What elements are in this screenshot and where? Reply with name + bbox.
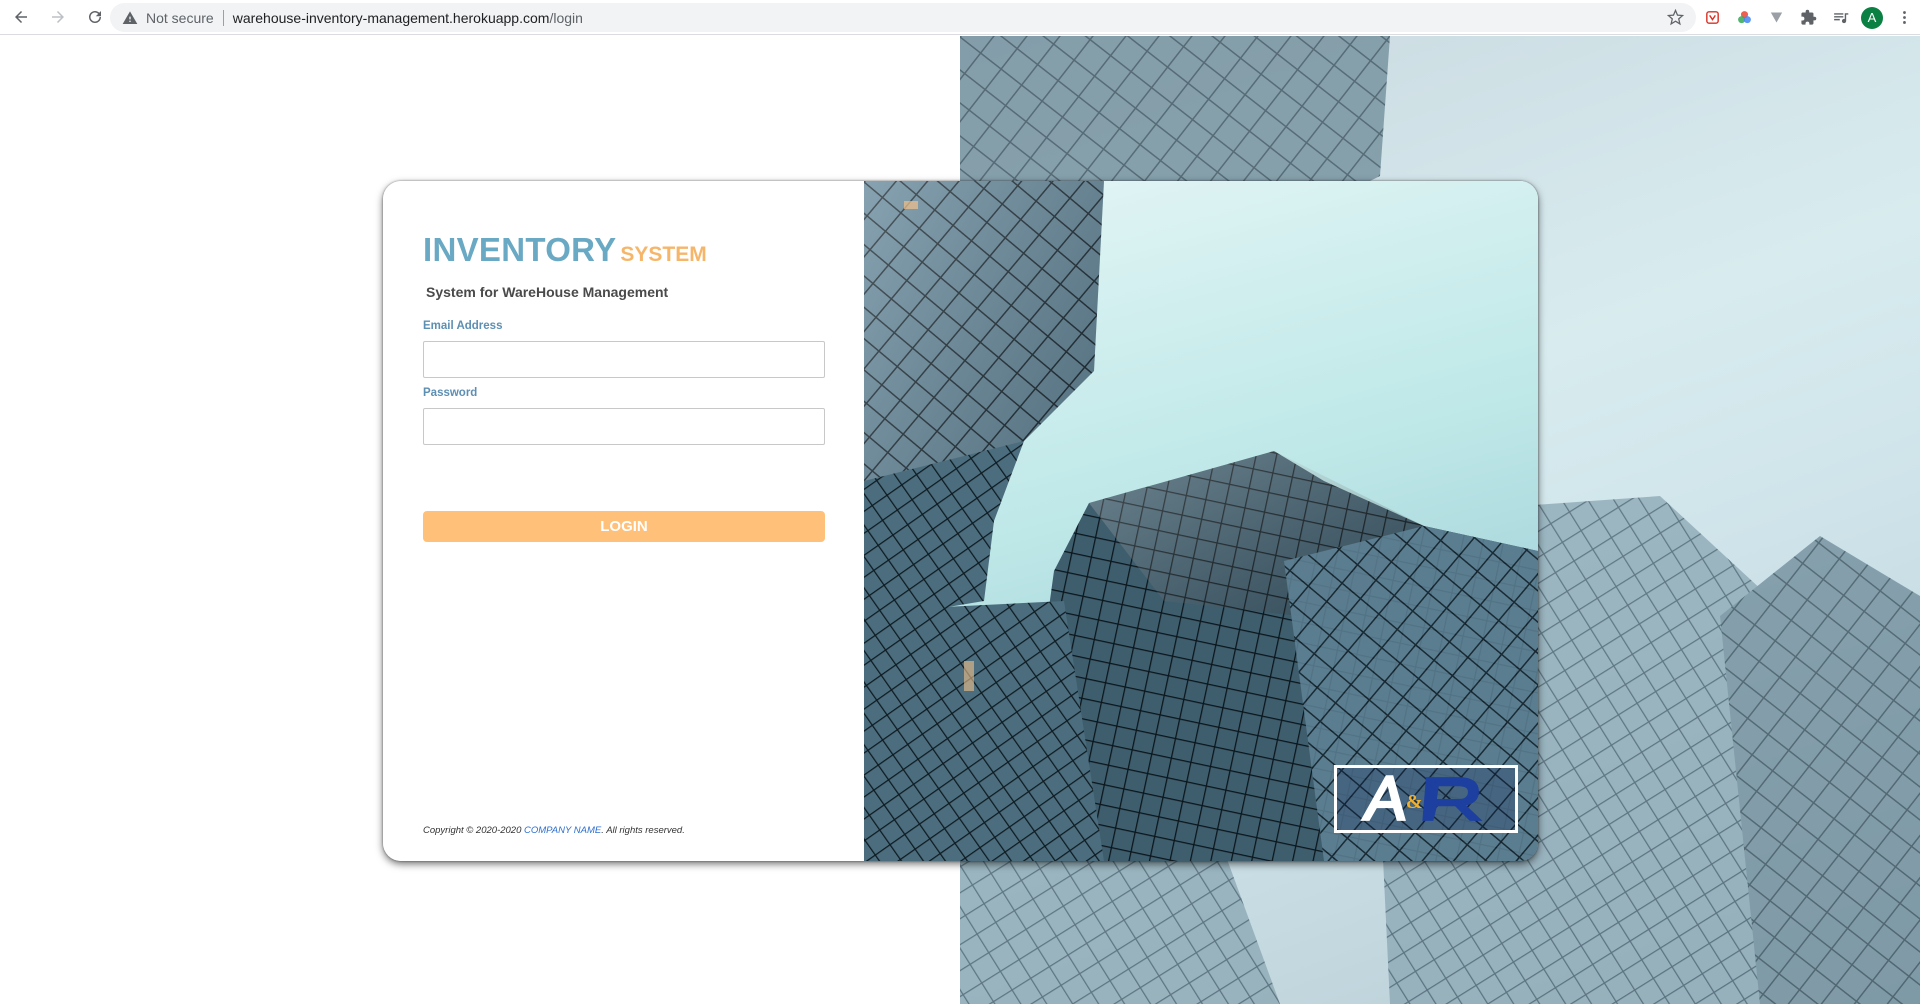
brand-title: INVENTORY SYSTEM — [423, 231, 707, 269]
reload-icon[interactable] — [79, 1, 111, 33]
company-logo: & — [1334, 765, 1518, 833]
bookmark-star-icon[interactable] — [1666, 8, 1685, 26]
brand-sub: SYSTEM — [620, 243, 707, 266]
copyright-prefix: Copyright © 2020-2020 — [423, 825, 525, 836]
email-field[interactable] — [423, 341, 825, 378]
login-button[interactable]: LOGIN — [423, 511, 825, 542]
brand-tagline: System for WareHouse Management — [426, 284, 669, 300]
password-field[interactable] — [423, 408, 825, 445]
omnibox-separator — [222, 9, 224, 26]
company-name-link[interactable]: COMPANY NAME — [524, 825, 601, 836]
forward-icon[interactable] — [42, 1, 74, 33]
menu-kebab-icon[interactable] — [1888, 2, 1920, 34]
back-icon[interactable] — [5, 1, 37, 33]
warning-icon[interactable] — [122, 10, 138, 26]
url-path[interactable]: /login — [549, 10, 582, 26]
extensions-area: A — [1696, 0, 1920, 35]
profile-avatar[interactable]: A — [1861, 6, 1883, 29]
reading-list-icon[interactable] — [1824, 2, 1856, 34]
browser-toolbar: Not secure warehouse-inventory-managemen… — [0, 0, 1920, 35]
color-wheel-icon[interactable] — [1728, 2, 1760, 34]
extension-shield-icon[interactable] — [1696, 2, 1728, 34]
building-photo-panel: & — [864, 181, 1538, 861]
buildings-graphic — [864, 181, 1538, 861]
company-logo-graphic: & — [1360, 775, 1483, 821]
login-form-panel: INVENTORY SYSTEM System for WareHouse Man… — [383, 181, 864, 861]
copyright-suffix: . All rights reserved. — [601, 825, 685, 836]
svg-text:&: & — [1406, 791, 1423, 813]
password-label: Password — [423, 387, 478, 399]
login-page: INVENTORY SYSTEM System for WareHouse Man… — [0, 36, 1920, 1004]
url-host[interactable]: warehouse-inventory-management.herokuapp… — [233, 10, 550, 26]
brand-main: INVENTORY — [423, 231, 617, 268]
not-secure-label[interactable]: Not secure — [146, 10, 214, 26]
login-card: INVENTORY SYSTEM System for WareHouse Man… — [383, 181, 1538, 861]
copyright-notice: Copyright © 2020-2020 COMPANY NAME. All … — [423, 825, 685, 836]
puzzle-extensions-icon[interactable] — [1792, 2, 1824, 34]
address-bar[interactable]: Not secure warehouse-inventory-managemen… — [110, 3, 1696, 32]
vee-extension-icon[interactable] — [1760, 2, 1792, 34]
email-label: Email Address — [423, 320, 503, 332]
